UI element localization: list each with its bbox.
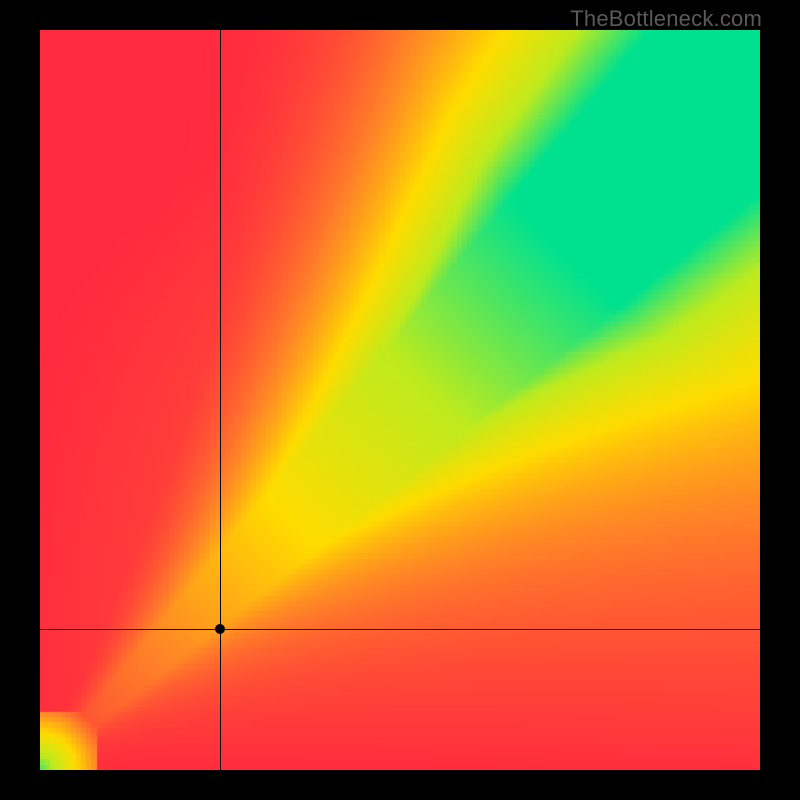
crosshair-vertical [220,30,221,770]
crosshair-horizontal [40,629,760,630]
marker-dot [215,624,225,634]
watermark: TheBottleneck.com [570,6,762,32]
chart-frame: TheBottleneck.com [0,0,800,800]
heatmap-canvas [40,30,760,770]
